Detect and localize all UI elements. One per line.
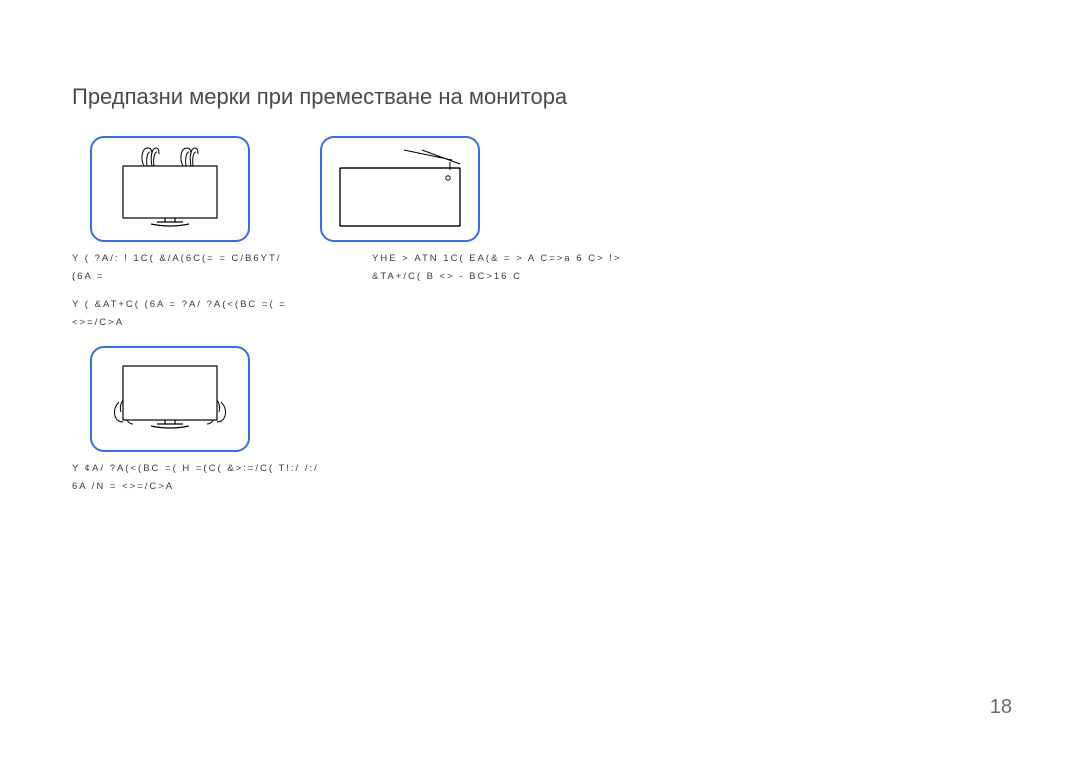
page-title: Предпазни мерки при преместване на монит… xyxy=(72,84,1008,110)
caption-row-2: Y ( &AT+C( (6A = ?A/ ?A(<(BC =( = <>=/C>… xyxy=(72,296,1008,332)
figure-row-2 xyxy=(72,346,1008,452)
caption-1-left-line2: (6A = xyxy=(72,268,332,286)
caption-3-line2: 6A /N = <>=/C>A xyxy=(72,478,472,496)
monitor-flat-icon xyxy=(330,144,470,234)
caption-3-line1: Y ¢A/ ?A(<(BC =( H =(C( &>:=/C( T!:/ /:/ xyxy=(72,460,472,478)
caption-1-left-line1: Y ( ?A/: ! 1C( &/A(6C(= = C/B6YT/ xyxy=(72,250,332,268)
figure-row-1 xyxy=(72,136,1008,242)
caption-2-left-line1: Y ( &AT+C( (6A = ?A/ ?A(<(BC =( = xyxy=(72,296,332,314)
figure-box-hold-top xyxy=(90,136,250,242)
caption-2-left-line2: <>=/C>A xyxy=(72,314,332,332)
page-number: 18 xyxy=(990,696,1012,719)
figure-box-flat xyxy=(320,136,480,242)
monitor-hold-bottom-icon xyxy=(105,354,235,444)
caption-row-1: Y ( ?A/: ! 1C( &/A(6C(= = C/B6YT/ (6A = … xyxy=(72,250,1008,286)
caption-1-right-line2: &TA+/C( B <> - BC>16 C xyxy=(372,268,692,286)
caption-1-right-line1: YНЕ > ATN 1C( EA(& = > A C=>a 6 C> !> xyxy=(372,250,692,268)
figure-box-hold-bottom xyxy=(90,346,250,452)
monitor-hold-top-icon xyxy=(105,144,235,234)
caption-row-3: Y ¢A/ ?A(<(BC =( H =(C( &>:=/C( T!:/ /:/… xyxy=(72,460,1008,496)
